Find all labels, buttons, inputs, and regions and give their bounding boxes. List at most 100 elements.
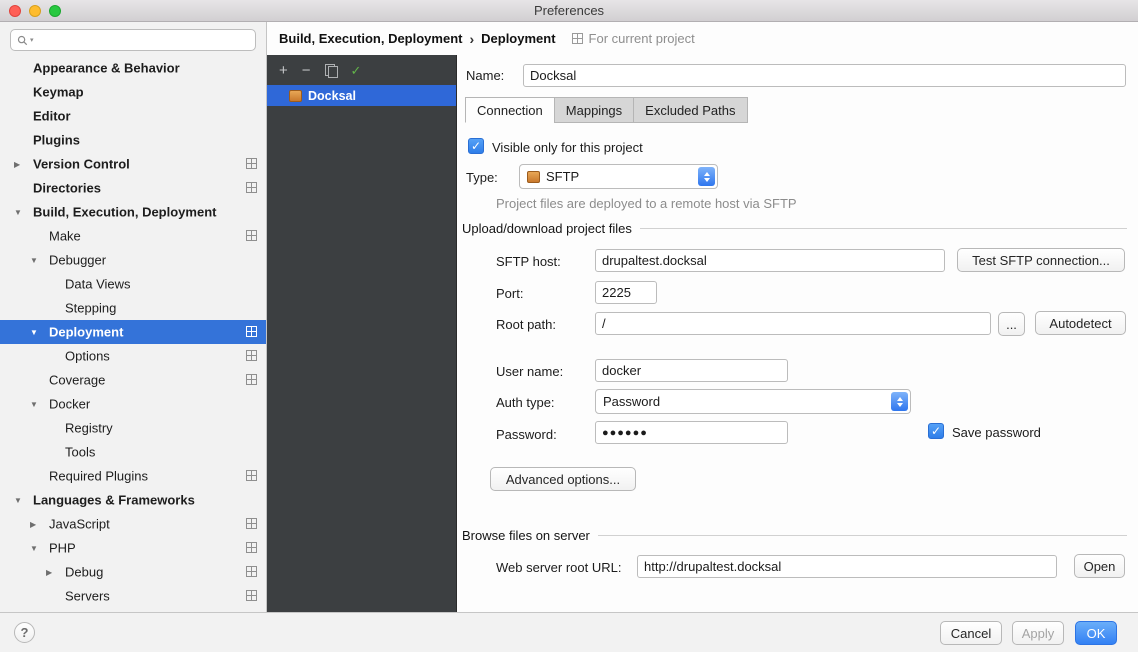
copy-icon [325,64,337,77]
chevron-right-icon[interactable]: ▶ [14,153,33,177]
root-path-label: Root path: [496,317,556,332]
chevron-down-icon[interactable]: ▼ [30,321,49,345]
sidebar-item-label: Languages & Frameworks [33,493,195,508]
minimize-button[interactable] [29,5,41,17]
tab-connection[interactable]: Connection [465,97,555,123]
sidebar-item-deployment[interactable]: ▼Deployment [0,320,266,344]
chevron-down-icon[interactable]: ▼ [30,537,49,561]
apply-button[interactable]: Apply [1012,621,1064,645]
traffic-lights [9,5,61,17]
type-value: SFTP [546,169,579,184]
port-input[interactable] [595,281,657,304]
sidebar-item-label: Version Control [33,157,130,172]
chevron-down-icon[interactable]: ▼ [14,489,33,513]
sidebar-item-data-views[interactable]: Data Views [0,272,266,296]
sidebar-item-label: Editor [33,109,71,124]
visible-only-checkbox[interactable] [468,138,484,154]
tab-mappings[interactable]: Mappings [554,97,634,123]
type-select[interactable]: SFTP [519,164,718,189]
sidebar-item-label: Appearance & Behavior [33,61,180,76]
auth-type-value: Password [603,394,660,409]
sidebar-item-registry[interactable]: Registry [0,416,266,440]
sidebar-item-debug[interactable]: ▶Debug [0,560,266,584]
sidebar-item-plugins[interactable]: Plugins [0,128,266,152]
sidebar-item-label: Stepping [65,301,116,316]
type-label: Type: [466,170,498,185]
password-input[interactable] [595,421,788,444]
sidebar-item-build-execution-deployment[interactable]: ▼Build, Execution, Deployment [0,200,266,224]
sidebar-item-coverage[interactable]: Coverage [0,368,266,392]
sidebar-item-docker[interactable]: ▼Docker [0,392,266,416]
current-project-icon [246,590,257,601]
window-title: Preferences [0,0,1138,21]
current-project-icon [246,566,257,577]
server-list-item[interactable]: Docksal [267,85,456,106]
sidebar-item-php[interactable]: ▼PHP [0,536,266,560]
sftp-server-icon [289,90,302,102]
titlebar: Preferences [0,0,1138,22]
cancel-button[interactable]: Cancel [940,621,1002,645]
advanced-options-button[interactable]: Advanced options... [490,467,636,491]
breadcrumb-current[interactable]: Deployment [481,31,555,46]
section-divider [640,228,1127,229]
sftp-type-icon [527,171,540,183]
sidebar-item-options[interactable]: Options [0,344,266,368]
chevron-right-icon[interactable]: ▶ [30,513,49,537]
test-sftp-connection-button[interactable]: Test SFTP connection... [957,248,1125,272]
settings-search-box[interactable]: ▾ [10,29,256,51]
ok-button[interactable]: OK [1075,621,1117,645]
sidebar-item-languages-frameworks[interactable]: ▼Languages & Frameworks [0,488,266,512]
search-history-chevron-icon[interactable]: ▾ [30,36,34,44]
web-root-label: Web server root URL: [496,560,621,575]
sidebar-item-tools[interactable]: Tools [0,440,266,464]
chevron-right-icon[interactable]: ▶ [46,561,65,585]
copy-server-button[interactable] [325,64,337,77]
sidebar-item-javascript[interactable]: ▶JavaScript [0,512,266,536]
save-password-checkbox[interactable] [928,423,944,439]
search-input[interactable] [38,33,249,47]
sidebar-item-servers[interactable]: Servers [0,584,266,608]
tab-excluded-paths[interactable]: Excluded Paths [633,97,747,123]
content-area: Build, Execution, Deployment › Deploymen… [267,22,1138,612]
settings-sidebar: ▾ Appearance & Behavior Keymap Editor Plugi… [0,22,267,612]
zoom-button[interactable] [49,5,61,17]
check-icon: ✓ [351,63,362,78]
sidebar-item-directories[interactable]: Directories [0,176,266,200]
autodetect-button[interactable]: Autodetect [1035,311,1126,335]
chevron-down-icon[interactable]: ▼ [14,201,33,225]
sidebar-item-label: Tools [65,445,95,460]
user-name-label: User name: [496,364,563,379]
use-as-default-button[interactable]: ✓ [351,63,362,78]
breadcrumb-separator-icon: › [469,31,474,47]
sftp-host-input[interactable] [595,249,945,272]
user-name-input[interactable] [595,359,788,382]
remove-server-button[interactable]: − [302,63,311,78]
breadcrumb-parent[interactable]: Build, Execution, Deployment [279,31,462,46]
sidebar-item-editor[interactable]: Editor [0,104,266,128]
name-input[interactable] [523,64,1126,87]
auth-type-select[interactable]: Password [595,389,911,414]
sidebar-item-appearance-behavior[interactable]: Appearance & Behavior [0,56,266,80]
sidebar-item-label: Debugger [49,253,106,268]
sftp-host-label: SFTP host: [496,254,561,269]
root-path-input[interactable] [595,312,991,335]
sidebar-item-keymap[interactable]: Keymap [0,80,266,104]
open-button[interactable]: Open [1074,554,1125,578]
password-label: Password: [496,427,557,442]
sidebar-item-debugger[interactable]: ▼Debugger [0,248,266,272]
browse-section-header: Browse files on server [462,528,1127,543]
port-label: Port: [496,286,523,301]
help-button[interactable]: ? [14,622,35,643]
web-root-input[interactable] [637,555,1057,578]
sidebar-item-required-plugins[interactable]: Required Plugins [0,464,266,488]
browse-root-path-button[interactable]: ... [998,312,1025,336]
sidebar-item-make[interactable]: Make [0,224,266,248]
sidebar-item-version-control[interactable]: ▶Version Control [0,152,266,176]
add-server-button[interactable]: + [279,63,288,78]
sidebar-item-label: Coverage [49,373,105,388]
close-button[interactable] [9,5,21,17]
chevron-down-icon[interactable]: ▼ [30,393,49,417]
sidebar-item-stepping[interactable]: Stepping [0,296,266,320]
current-project-icon [572,33,583,44]
chevron-down-icon[interactable]: ▼ [30,249,49,273]
